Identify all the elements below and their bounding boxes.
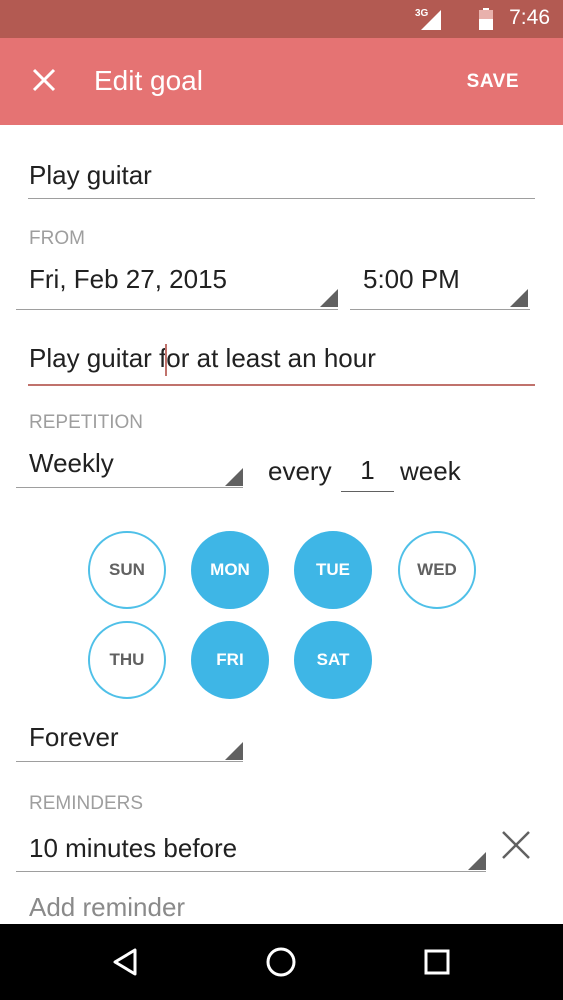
- repetition-underline: [16, 487, 243, 488]
- end-condition-value: Forever: [29, 722, 119, 752]
- repetition-value: Weekly: [29, 448, 114, 478]
- every-label: every: [268, 456, 332, 486]
- remove-reminder-button[interactable]: [497, 826, 535, 864]
- day-toggle-sun[interactable]: SUN: [88, 531, 166, 609]
- description-input[interactable]: Play guitar for at least an hour: [28, 340, 535, 386]
- back-button[interactable]: [105, 942, 145, 982]
- day-label: FRI: [216, 650, 244, 669]
- day-toggle-thu[interactable]: THU: [88, 621, 166, 699]
- close-icon: [32, 68, 56, 92]
- recents-button[interactable]: [417, 942, 457, 982]
- description-value: Play guitar for at least an hour: [29, 343, 376, 373]
- day-toggle-sat[interactable]: SAT: [294, 621, 372, 699]
- dropdown-arrow-icon: [225, 468, 243, 486]
- day-toggle-tue[interactable]: TUE: [294, 531, 372, 609]
- page-title: Edit goal: [94, 65, 203, 96]
- app-bar: Edit goal SAVE: [0, 38, 563, 125]
- clock: 7:46: [509, 6, 550, 29]
- from-time-underline: [350, 309, 530, 310]
- day-toggle-wed[interactable]: WED: [398, 531, 476, 609]
- interval-value: 1: [360, 455, 375, 485]
- dropdown-arrow-icon: [510, 289, 528, 307]
- close-icon: [502, 831, 530, 859]
- from-date-spinner[interactable]: Fri, Feb 27, 2015: [16, 258, 338, 310]
- dropdown-arrow-icon: [225, 742, 243, 760]
- day-toggle-mon[interactable]: MON: [191, 531, 269, 609]
- text-cursor: [165, 344, 167, 376]
- reminder-value: 10 minutes before: [29, 833, 238, 863]
- day-toggle-fri[interactable]: FRI: [191, 621, 269, 699]
- day-label: TUE: [316, 560, 350, 579]
- save-button[interactable]: SAVE: [467, 71, 519, 93]
- navigation-bar: [0, 924, 563, 1000]
- dropdown-arrow-icon: [320, 289, 338, 307]
- from-time-value: 5:00 PM: [363, 264, 460, 294]
- interval-underline: [341, 491, 394, 492]
- interval-input[interactable]: 1: [341, 452, 394, 492]
- from-date-value: Fri, Feb 27, 2015: [29, 264, 227, 294]
- from-time-spinner[interactable]: 5:00 PM: [350, 258, 530, 310]
- goal-title-underline: [28, 198, 535, 199]
- reminder-spinner[interactable]: 10 minutes before: [16, 828, 486, 872]
- back-icon: [113, 948, 137, 976]
- from-label: FROM: [29, 228, 85, 249]
- interval-unit-label: week: [400, 456, 461, 486]
- network-signal-icon: 3G: [415, 8, 441, 30]
- day-label: SUN: [109, 560, 145, 579]
- recents-icon: [424, 949, 450, 975]
- reminders-label: REMINDERS: [29, 793, 144, 814]
- add-reminder-button[interactable]: Add reminder: [29, 892, 185, 923]
- description-underline: [28, 384, 535, 386]
- from-date-underline: [16, 309, 338, 310]
- day-label: MON: [210, 560, 250, 579]
- repetition-spinner[interactable]: Weekly: [16, 446, 243, 488]
- battery-icon: [479, 8, 493, 30]
- status-bar: 3G 7:46: [0, 0, 563, 38]
- close-button[interactable]: [24, 60, 64, 100]
- repetition-label: REPETITION: [29, 412, 144, 433]
- day-label: THU: [109, 650, 145, 669]
- home-button[interactable]: [261, 942, 301, 982]
- end-condition-underline: [16, 761, 243, 762]
- home-icon: [266, 947, 296, 977]
- end-condition-spinner[interactable]: Forever: [16, 718, 243, 762]
- dropdown-arrow-icon: [468, 852, 486, 870]
- reminder-underline: [16, 871, 486, 872]
- day-label: WED: [417, 560, 457, 579]
- day-label: SAT: [316, 650, 350, 669]
- goal-title-input[interactable]: Play guitar: [29, 160, 152, 191]
